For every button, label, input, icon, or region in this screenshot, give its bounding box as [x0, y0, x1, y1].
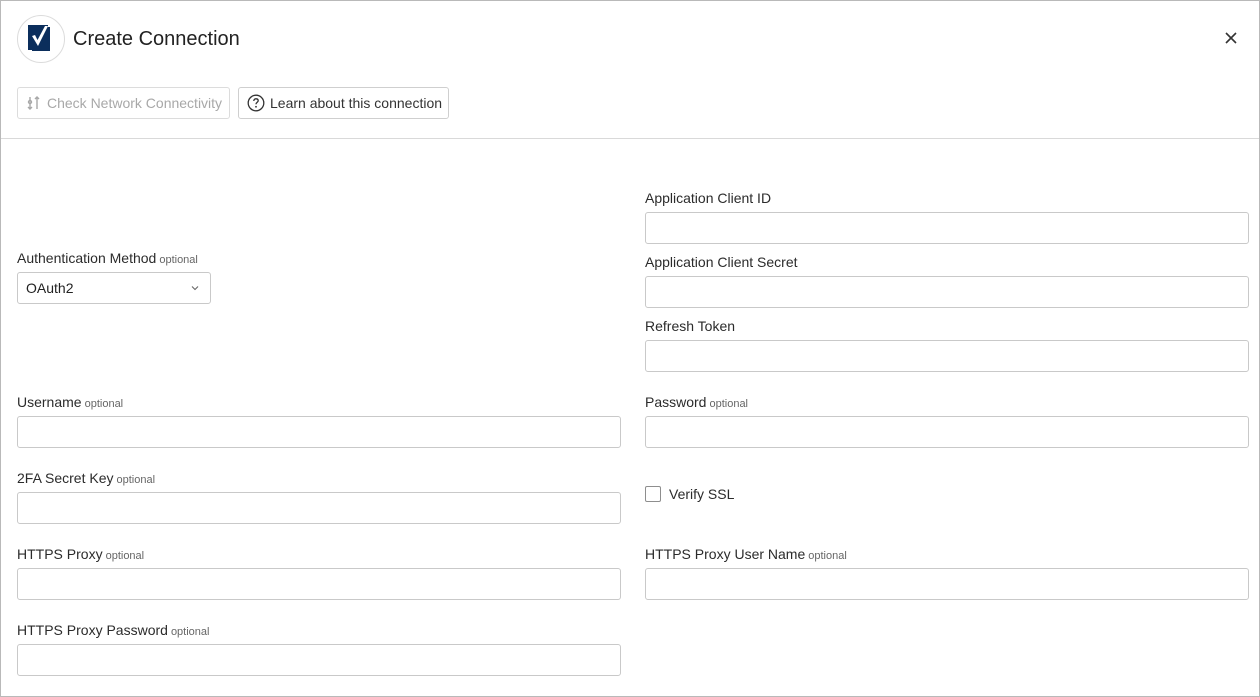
optional-tag: optional [159, 254, 198, 266]
verify-ssl-checkbox[interactable] [645, 486, 661, 502]
password-input[interactable] [645, 416, 1249, 448]
client-secret-label: Application Client Secret [645, 254, 798, 270]
optional-tag: optional [808, 550, 847, 562]
username-label-text: Username [17, 394, 82, 410]
https-proxy-password-label: HTTPS Proxy Password optional [17, 622, 209, 640]
client-id-label-text: Application Client ID [645, 190, 772, 206]
https-proxy-label: HTTPS Proxy optional [17, 546, 144, 564]
client-id-input[interactable] [645, 212, 1249, 244]
learn-about-connection-button[interactable]: Learn about this connection [238, 87, 449, 119]
help-circle-icon [247, 94, 265, 112]
network-check-icon [26, 94, 42, 112]
refresh-token-label-text: Refresh Token [645, 318, 736, 334]
https-proxy-user-label: HTTPS Proxy User Name optional [645, 546, 847, 564]
auth-method-label: Authentication Method optional [17, 250, 198, 268]
password-label: Password optional [645, 394, 748, 412]
client-secret-label-text: Application Client Secret [645, 254, 798, 270]
optional-tag: optional [709, 398, 749, 410]
smartsheet-logo-icon [17, 15, 65, 63]
optional-tag: optional [116, 474, 156, 486]
https-proxy-label-text: HTTPS Proxy [17, 546, 103, 562]
username-label: Username optional [17, 394, 123, 412]
verify-ssl-label: Verify SSL [669, 486, 735, 502]
auth-method-label-text: Authentication Method [17, 250, 157, 266]
https-proxy-user-input[interactable] [645, 568, 1249, 600]
close-icon [1225, 32, 1237, 44]
https-proxy-password-input[interactable] [17, 644, 621, 676]
twofa-key-label: 2FA Secret Key optional [17, 470, 155, 488]
twofa-key-input[interactable] [17, 492, 621, 524]
client-id-label: Application Client ID [645, 190, 771, 206]
refresh-token-input[interactable] [645, 340, 1249, 372]
password-label-text: Password [645, 394, 707, 410]
auth-method-select[interactable]: OAuth2 [17, 272, 211, 304]
learn-about-label: Learn about this connection [270, 95, 443, 111]
close-button[interactable] [1221, 28, 1241, 48]
check-network-label: Check Network Connectivity [47, 95, 223, 111]
chevron-down-icon [191, 286, 199, 291]
optional-tag: optional [84, 398, 124, 410]
verify-ssl-checkbox-row[interactable]: Verify SSL [645, 486, 734, 502]
auth-method-value: OAuth2 [26, 280, 74, 296]
https-proxy-input[interactable] [17, 568, 621, 600]
dialog-title: Create Connection [73, 28, 240, 50]
client-secret-input[interactable] [645, 276, 1249, 308]
optional-tag: optional [105, 550, 145, 562]
twofa-key-label-text: 2FA Secret Key [17, 470, 114, 486]
https-proxy-password-label-text: HTTPS Proxy Password [17, 622, 168, 638]
username-input[interactable] [17, 416, 621, 448]
https-proxy-user-label-text: HTTPS Proxy User Name [645, 546, 806, 562]
create-connection-dialog: Create Connection Check Network Connecti… [0, 0, 1260, 697]
dialog-header: Create Connection Check Network Connecti… [1, 1, 1259, 139]
optional-tag: optional [170, 626, 210, 638]
check-network-connectivity-button[interactable]: Check Network Connectivity [17, 87, 230, 119]
refresh-token-label: Refresh Token [645, 318, 735, 334]
